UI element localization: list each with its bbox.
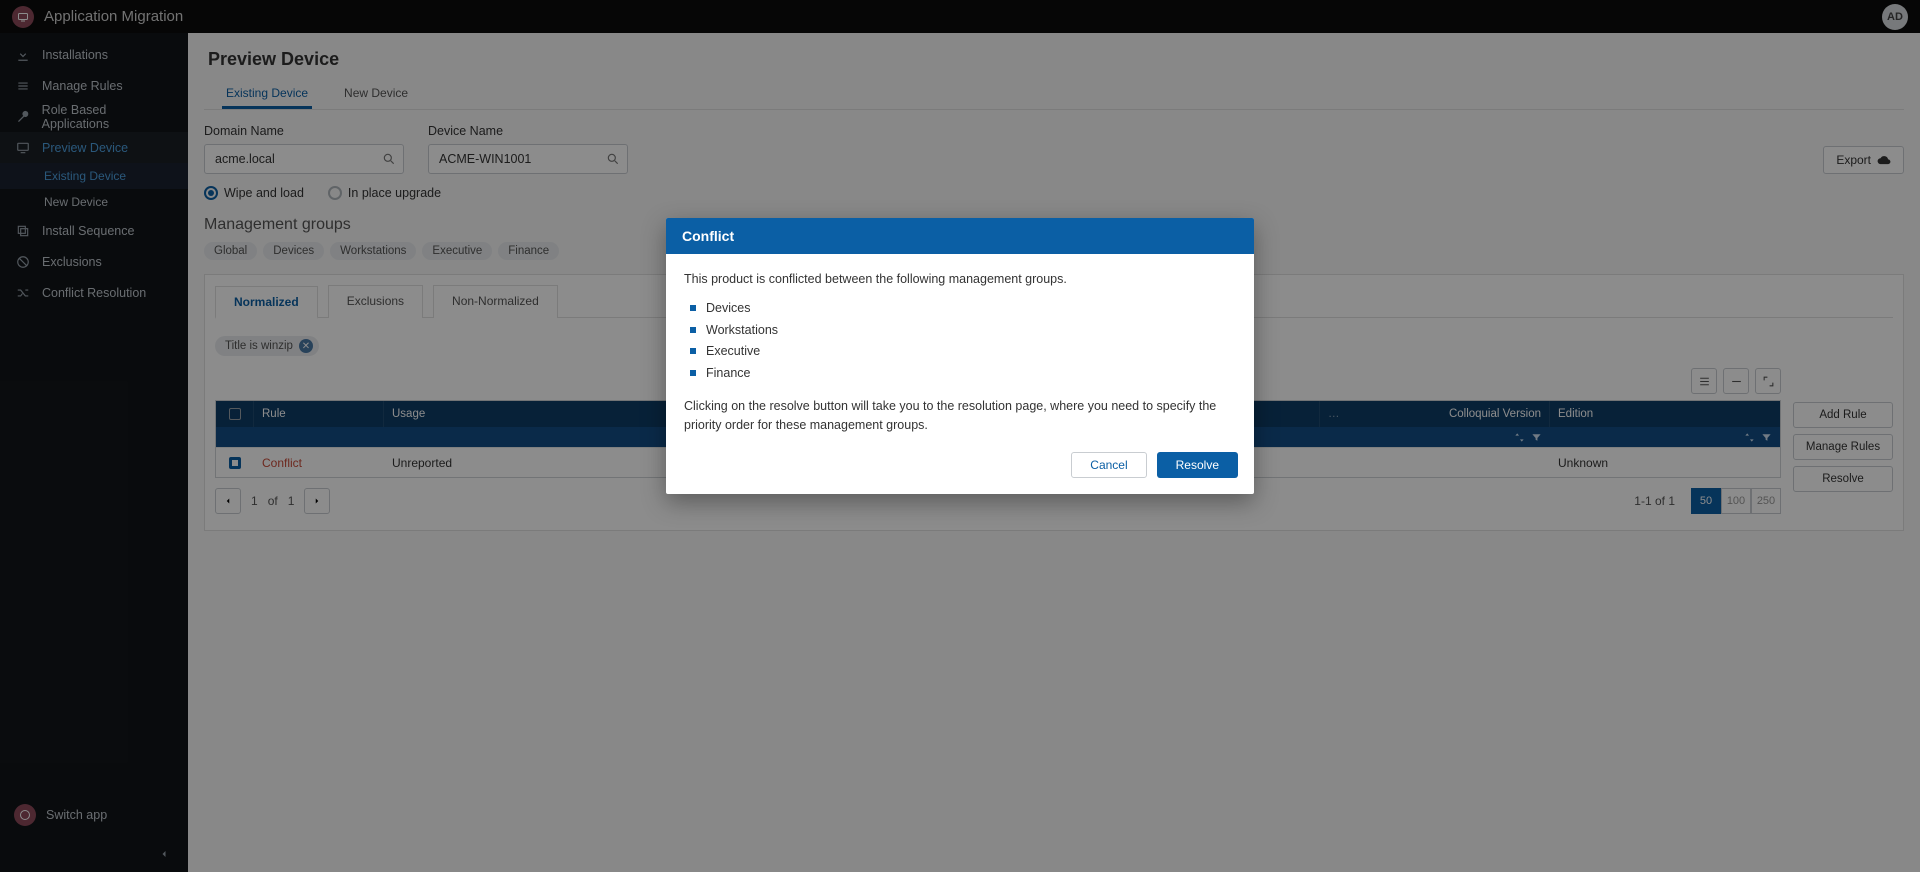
modal-group-item: Finance (690, 364, 1236, 383)
modal-intro: This product is conflicted between the f… (684, 270, 1236, 289)
modal-resolve-button[interactable]: Resolve (1157, 452, 1238, 478)
modal-group-list: Devices Workstations Executive Finance (690, 299, 1236, 383)
modal-group-item: Devices (690, 299, 1236, 318)
modal-help: Clicking on the resolve button will take… (684, 397, 1236, 435)
modal-cancel-button[interactable]: Cancel (1071, 452, 1146, 478)
modal-group-item: Executive (690, 342, 1236, 361)
modal-title: Conflict (666, 218, 1254, 254)
conflict-modal: Conflict This product is conflicted betw… (666, 218, 1254, 494)
modal-group-item: Workstations (690, 321, 1236, 340)
modal-overlay[interactable]: Conflict This product is conflicted betw… (0, 0, 1920, 872)
modal-footer: Cancel Resolve (666, 440, 1254, 494)
modal-body: This product is conflicted between the f… (666, 254, 1254, 440)
